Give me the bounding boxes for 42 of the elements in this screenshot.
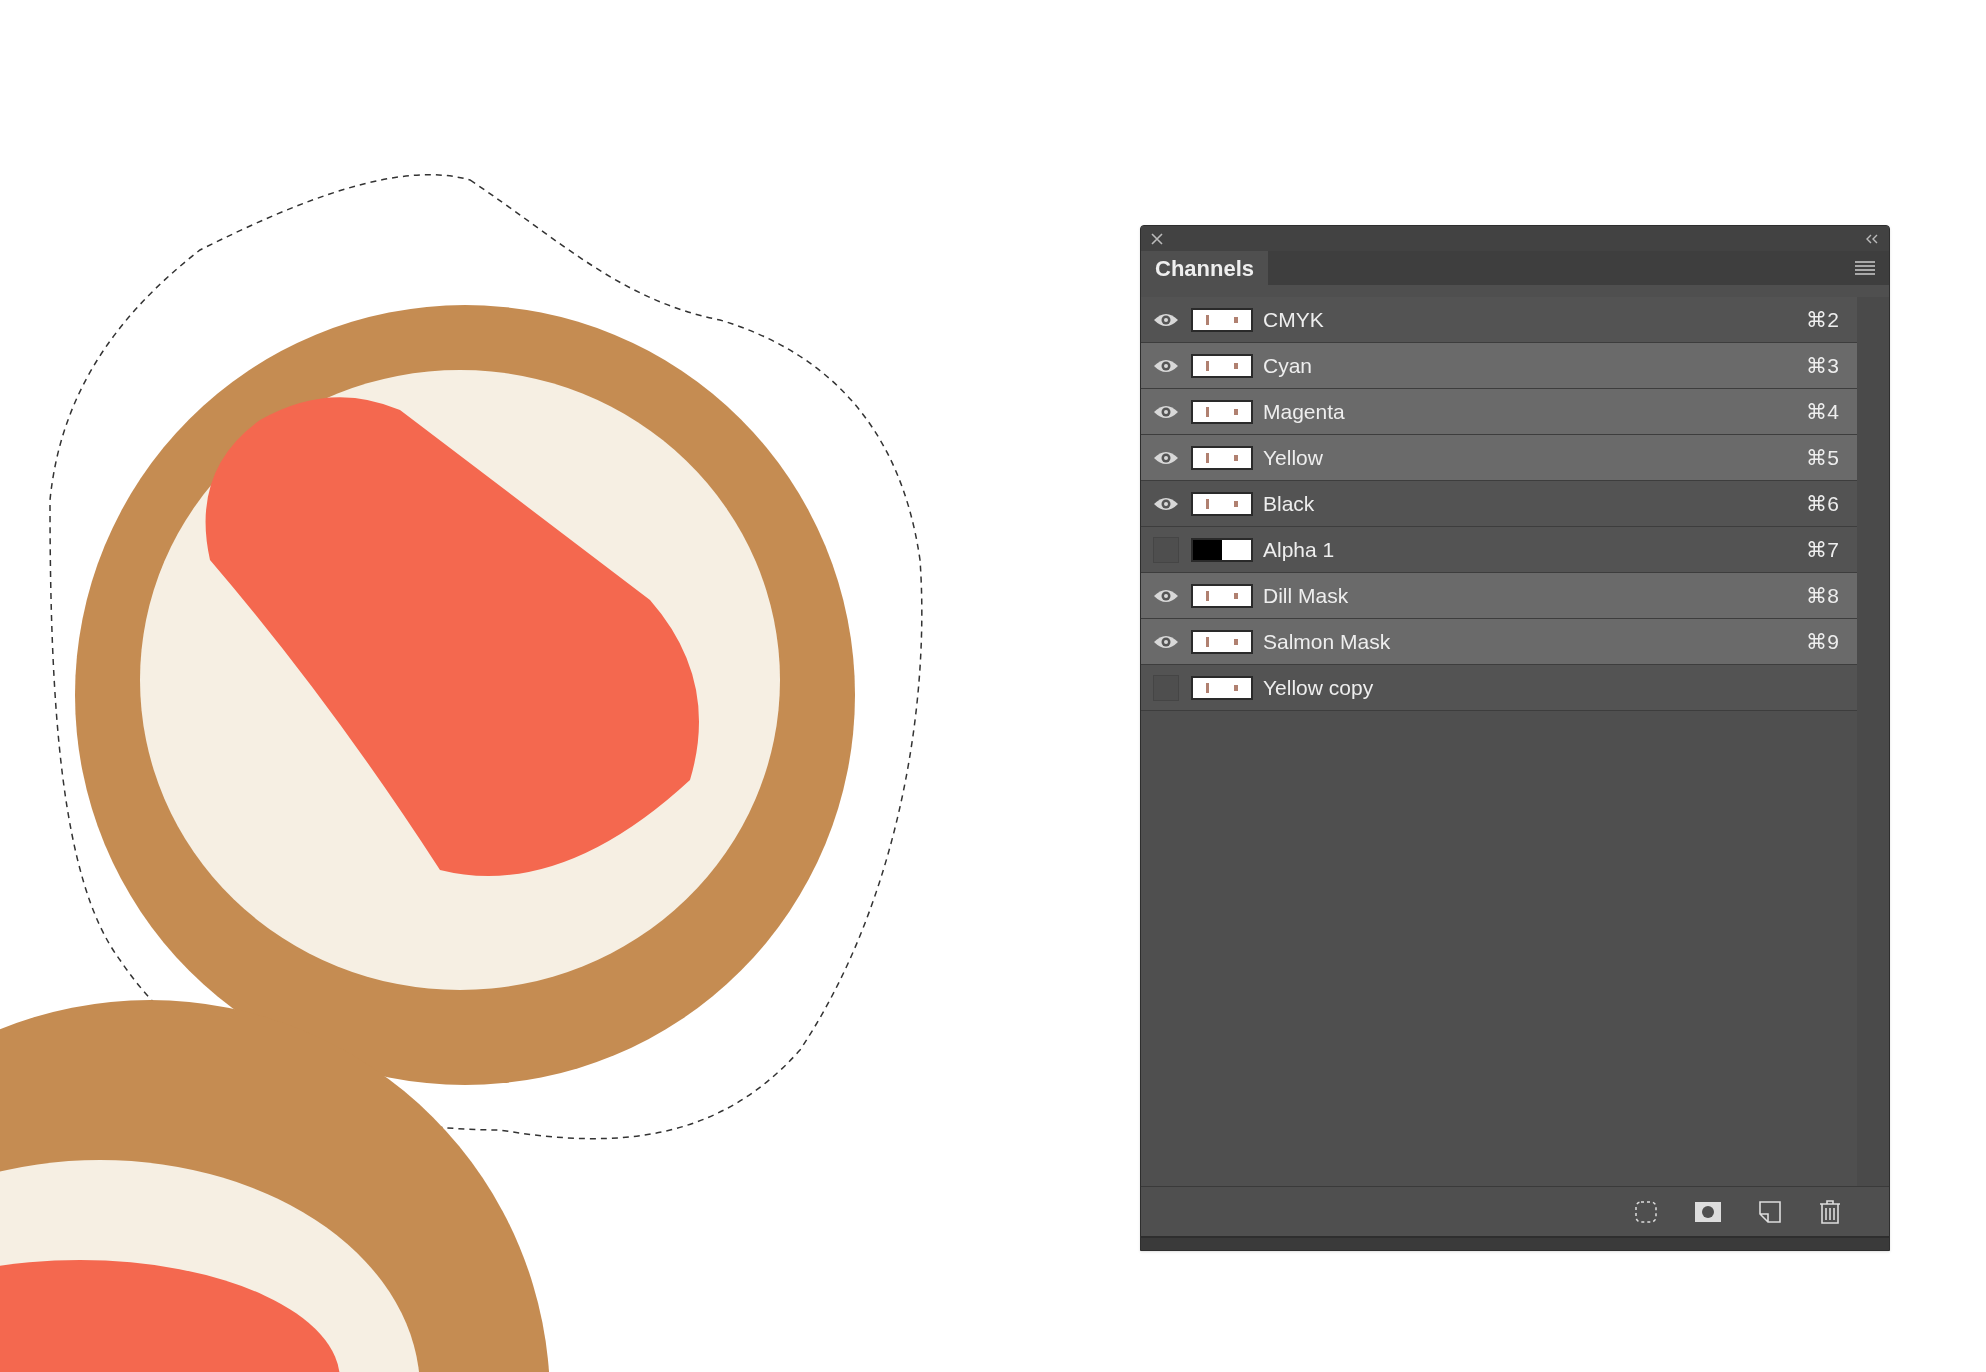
shortcut-label: ⌘2 — [1806, 306, 1839, 333]
channel-row[interactable]: Yellow ⌘5 — [1141, 435, 1857, 481]
shortcut-label: ⌘6 — [1806, 490, 1839, 517]
new-channel-icon[interactable] — [1759, 1200, 1781, 1223]
channel-name: Salmon Mask — [1263, 628, 1392, 655]
channel-row[interactable]: Cyan ⌘3 — [1141, 343, 1857, 389]
shortcut-label: ⌘3 — [1806, 352, 1839, 379]
channel-name: Alpha 1 — [1263, 536, 1336, 563]
resize-handle[interactable] — [1141, 1236, 1889, 1250]
channel-row[interactable]: Magenta ⌘4 — [1141, 389, 1857, 435]
eye-icon[interactable] — [1153, 449, 1179, 466]
channel-row[interactable]: Salmon Mask ⌘9 — [1141, 619, 1857, 665]
channel-row[interactable]: Black ⌘6 — [1141, 481, 1857, 527]
channel-name: Black — [1263, 490, 1316, 517]
shortcut-label: ⌘4 — [1806, 398, 1839, 425]
eye-icon[interactable] — [1153, 495, 1179, 512]
eye-icon[interactable] — [1153, 633, 1179, 650]
channel-row[interactable]: CMYK ⌘2 — [1141, 297, 1857, 343]
channel-name: Cyan — [1263, 352, 1314, 379]
channel-name: CMYK — [1263, 306, 1325, 333]
eye-icon[interactable] — [1153, 357, 1179, 374]
close-icon[interactable] — [1151, 232, 1163, 245]
eye-icon[interactable] — [1153, 587, 1179, 604]
channel-row[interactable]: Alpha 1 ⌘7 — [1141, 527, 1857, 573]
channels-tab[interactable]: Channels — [1141, 251, 1269, 285]
shortcut-label: ⌘5 — [1806, 444, 1839, 471]
channel-name: Yellow — [1263, 444, 1324, 471]
channel-name: Yellow copy — [1263, 674, 1375, 701]
collapse-icon[interactable] — [1865, 233, 1879, 244]
menu-icon[interactable] — [1855, 261, 1875, 275]
shortcut-label: ⌘8 — [1806, 582, 1839, 609]
channel-name: Dill Mask — [1263, 582, 1350, 609]
shortcut-label: ⌘9 — [1806, 628, 1839, 655]
trash-icon[interactable] — [1819, 1199, 1841, 1224]
selection-icon[interactable] — [1635, 1200, 1657, 1223]
channel-name: Magenta — [1263, 398, 1346, 425]
shortcut-label: ⌘7 — [1806, 536, 1839, 563]
mask-icon[interactable] — [1695, 1201, 1721, 1222]
eye-icon[interactable] — [1153, 311, 1179, 328]
channel-row[interactable]: Dill Mask ⌘8 — [1141, 573, 1857, 619]
eye-icon[interactable] — [1153, 403, 1179, 420]
channel-row[interactable]: Yellow copy — [1141, 665, 1857, 711]
